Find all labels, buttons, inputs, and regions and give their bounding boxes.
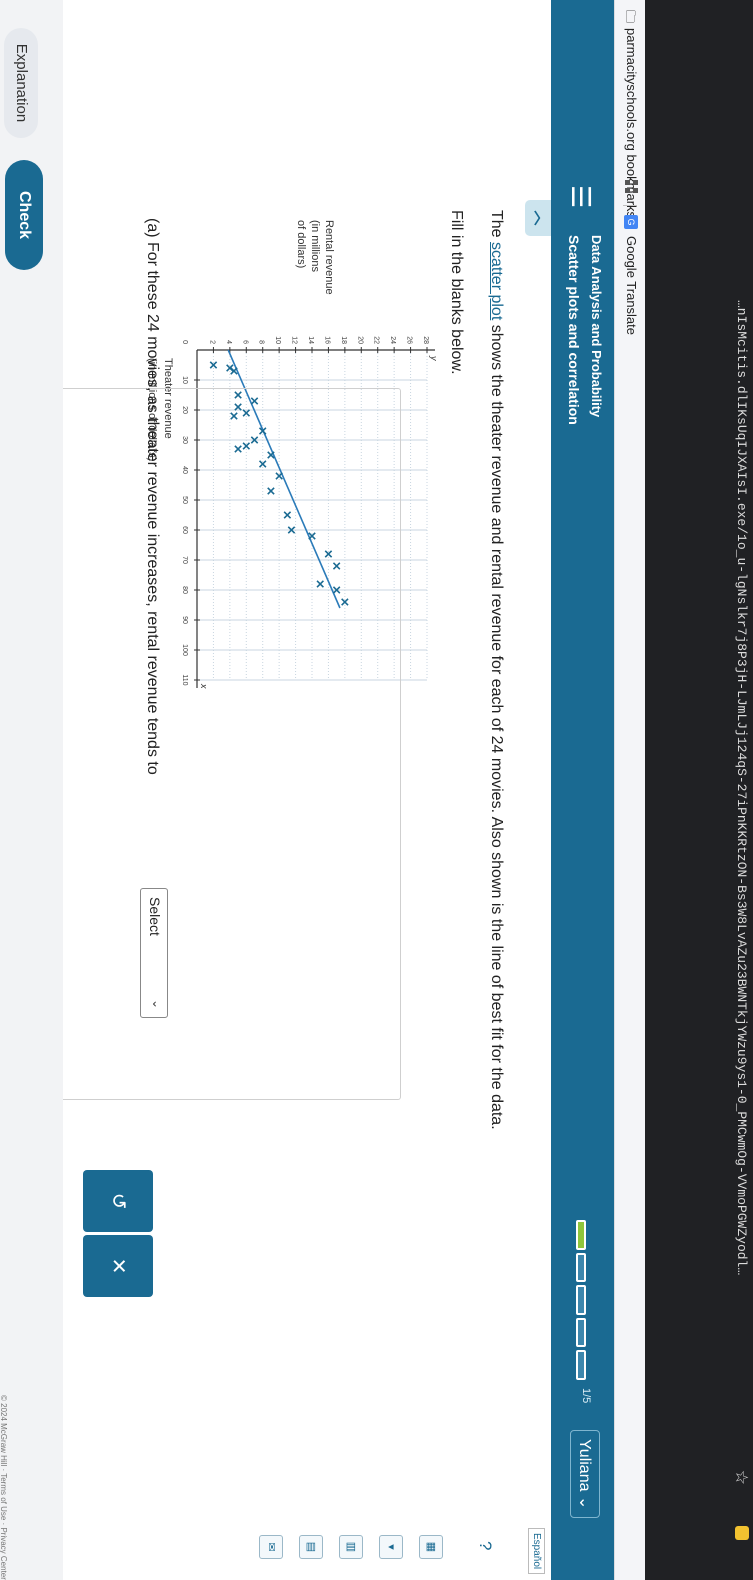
url-text[interactable]: …nIsMcitis.dlIKsUqIJXAIsI.exe/1o_u-lgNsl… [734,300,749,1275]
select-value: Select [147,897,163,936]
y-tick-label: 28 [422,336,429,344]
progress-segment [576,1220,586,1250]
y-tick-label: 10 [274,336,281,344]
y-tick-label: 20 [356,336,363,344]
folder-icon: 🗀 [623,10,638,24]
y-tick-label: 2 [208,340,215,344]
progress-segment [576,1350,586,1380]
y-tick-label: 22 [373,336,380,344]
y-axis-letter: y [429,355,437,361]
mail-icon[interactable]: ✉ [259,1535,283,1559]
user-name: Yuliana [576,1439,593,1492]
intro-text: The [488,210,505,243]
y-tick-label: 18 [340,336,347,344]
y-axis-label: Rental revenue [323,220,335,295]
progress-segment [576,1285,586,1315]
app-header: ☰ Data Analysis and Probability Scatter … [551,0,614,1580]
hamburger-menu-icon[interactable]: ☰ [565,185,596,208]
data-point [230,367,238,375]
x-tick-label: 10 [181,376,188,384]
extension-icon[interactable] [735,1526,749,1540]
apps-grid-icon[interactable] [625,180,638,193]
progress-bar [576,1220,586,1380]
fill-in-instruction: Fill in the blanks below. [448,210,465,375]
textbook-icon[interactable]: ▤ [299,1535,323,1559]
y-axis-label: (in millions [309,220,321,272]
topic-title: Scatter plots and correlation [566,235,582,425]
y-tick-label: 12 [291,336,298,344]
undo-button[interactable]: ↺ [83,1170,153,1232]
bookmarks-bar: 🗀 parmacityschools.org bookmarks G Googl… [614,0,645,1580]
y-tick-label: 8 [258,340,265,344]
y-tick-label: 26 [406,336,413,344]
calculator-icon[interactable]: ▥ [339,1535,363,1559]
tool-icon-2[interactable]: ▾ [379,1535,403,1559]
y-tick-label: 4 [225,340,232,344]
intro-text-rest: shows the theater revenue and rental rev… [488,320,505,1130]
scatter-plot-link[interactable]: scatter plot [488,242,505,320]
y-axis-label: of dollars) [295,220,307,268]
part-a-prompt: (a) For these 24 movies, as theater reve… [144,218,161,775]
browser-url-bar[interactable]: …nIsMcitis.dlIKsUqIJXAIsI.exe/1o_u-lgNsl… [645,0,753,1580]
progress-count: 1/5 [580,1388,592,1404]
chevron-down-icon: ⌄ [150,998,164,1009]
check-button[interactable]: Check [5,160,43,270]
clear-button[interactable]: ✕ [83,1235,153,1297]
screen: …nIsMcitis.dlIKsUqIJXAIsI.exe/1o_u-lgNsl… [0,0,753,1580]
bookmark-star-icon[interactable]: ☆ [731,1470,751,1485]
progress-segment [576,1317,586,1348]
y-tick-label: 16 [323,336,330,344]
chevron-up-icon: ︿ [532,210,549,226]
help-icon[interactable]: ? [475,1541,495,1550]
google-translate-icon[interactable]: G [624,215,638,229]
y-tick-label: 14 [307,336,314,344]
origin-label: 0 [181,340,188,344]
y-tick-label: 24 [389,336,396,344]
bookmarks-divider [623,205,637,206]
progress-segment [576,1252,586,1283]
tool-icon-1[interactable]: ▦ [419,1535,443,1559]
explanation-button[interactable]: Explanation [4,28,38,138]
copyright-footer: © 2024 McGraw Hill · Terms of Use · Priv… [0,1395,8,1580]
topic-category: Data Analysis and Probability [589,235,604,418]
close-icon: ✕ [107,1257,129,1275]
user-menu[interactable]: Yuliana ⌄ [570,1430,600,1519]
espanol-button[interactable]: Español [528,1528,545,1575]
bookmark-google-translate[interactable]: Google Translate [624,236,639,335]
collapse-header-button[interactable]: ︿ [525,200,551,236]
y-tick-label: 6 [241,340,248,344]
part-a-select[interactable]: Select ⌄ [140,888,168,1018]
undo-icon: ↺ [107,1192,129,1210]
question-intro: The scatter plot shows the theater reven… [487,210,505,1130]
